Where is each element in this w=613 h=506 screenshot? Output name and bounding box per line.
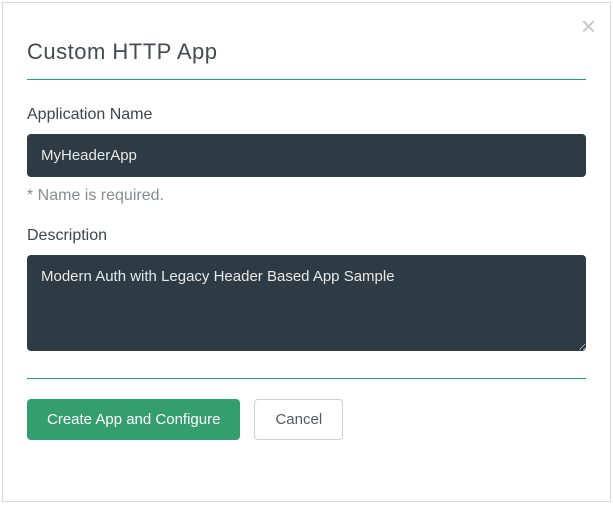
title-divider [27, 79, 586, 80]
close-icon[interactable]: × [581, 13, 596, 39]
button-row: Create App and Configure Cancel [27, 399, 586, 440]
application-name-label: Application Name [27, 106, 586, 124]
custom-http-app-modal: × Custom HTTP App Application Name * Nam… [2, 2, 611, 502]
application-name-input[interactable] [27, 134, 586, 177]
footer-divider [27, 378, 586, 379]
create-app-button[interactable]: Create App and Configure [27, 399, 240, 440]
cancel-button[interactable]: Cancel [254, 399, 343, 440]
name-required-hint: * Name is required. [27, 187, 586, 205]
modal-title: Custom HTTP App [27, 39, 586, 65]
description-input[interactable]: Modern Auth with Legacy Header Based App… [27, 255, 586, 351]
description-label: Description [27, 227, 586, 245]
